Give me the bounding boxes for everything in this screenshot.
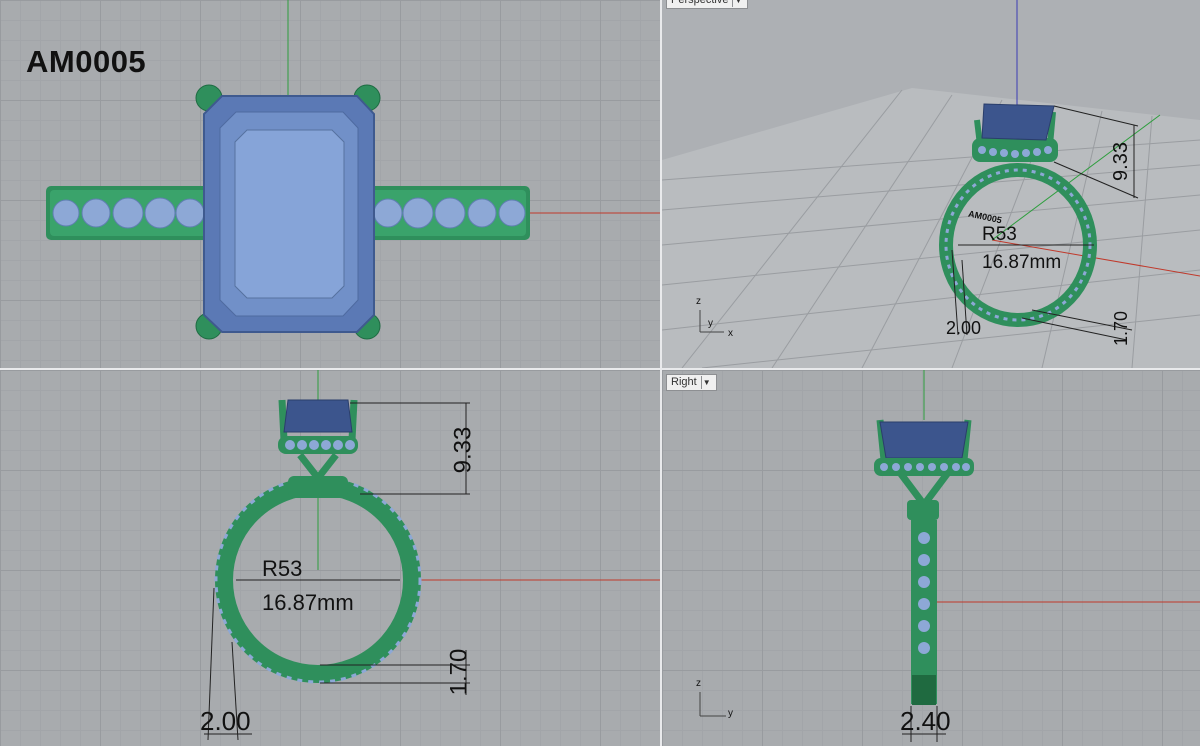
center-stone [283, 399, 353, 433]
front-view-model [204, 370, 660, 741]
center-stone [879, 421, 969, 459]
axis-label-y: y [728, 708, 733, 719]
viewport-front[interactable]: 9.33 R53 16.87mm 1.70 2.00 [0, 370, 660, 746]
viewport-divider-vertical[interactable] [660, 0, 662, 746]
dim-radius: R53 [262, 556, 303, 581]
viewport-right[interactable]: Right ▼ 2.40 z y [662, 370, 1200, 746]
chevron-down-icon[interactable]: ▼ [700, 376, 712, 389]
dim-shank-width: 2.00 [946, 318, 982, 338]
viewport-tab-right[interactable]: Right ▼ [666, 374, 717, 391]
dim-shank-thickness: 1.70 [445, 648, 473, 696]
right-view-model [699, 370, 1200, 742]
viewport-tab-label: Right [671, 376, 697, 388]
dim-inner-diameter: 16.87mm [982, 252, 1062, 273]
center-stone [981, 103, 1055, 141]
viewport-perspective[interactable]: Perspective ▼ AM0005 R53 16.87mm 9.33 2.… [662, 0, 1200, 368]
viewport-tab-label: Perspective [671, 0, 729, 6]
viewport-tab-perspective[interactable]: Perspective ▼ [666, 0, 749, 9]
dim-shank-thickness: 1.70 [1111, 310, 1132, 347]
axis-label-x: x [728, 328, 733, 339]
dim-inner-diameter: 16.87mm [262, 590, 354, 615]
viewport-divider-horizontal[interactable] [0, 368, 1200, 370]
dim-shank-width: 2.00 [200, 706, 251, 736]
dim-radius: R53 [982, 224, 1017, 245]
axis-label-y: y [708, 318, 713, 329]
dim-head-height: 9.33 [449, 426, 477, 474]
axis-label-z: z [696, 678, 701, 689]
chevron-down-icon[interactable]: ▼ [732, 0, 743, 7]
dim-shank-width-right: 2.40 [900, 706, 951, 736]
dim-head-height: 9.33 [1109, 142, 1132, 181]
viewport-top[interactable]: AM0005 [0, 0, 660, 368]
model-code-label: AM0005 [26, 44, 147, 79]
axis-label-z: z [696, 296, 701, 307]
